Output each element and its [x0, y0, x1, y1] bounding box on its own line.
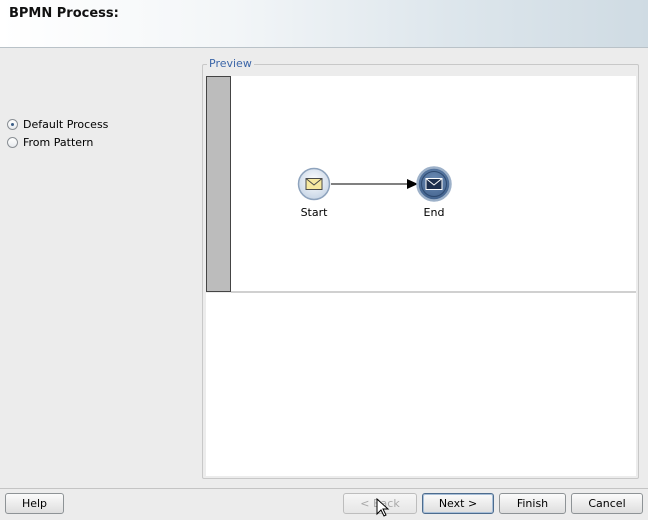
next-button[interactable]: Next > [422, 493, 494, 514]
cancel-button[interactable]: Cancel [571, 493, 643, 514]
default-process-label: Default Process [23, 118, 109, 131]
from-pattern-radio[interactable] [7, 137, 18, 148]
finish-button[interactable]: Finish [499, 493, 566, 514]
preview-group-title: Preview [207, 57, 254, 70]
default-process-radio[interactable] [7, 119, 18, 130]
wizard-header: BPMN Process: [0, 0, 648, 48]
preview-details-area [206, 293, 636, 476]
help-button[interactable]: Help [5, 493, 64, 514]
from-pattern-label: From Pattern [23, 136, 94, 149]
preview-diagram-area [206, 76, 636, 292]
option-from-pattern[interactable]: From Pattern [7, 136, 93, 149]
swimlane-header [206, 76, 231, 292]
end-event-label: End [423, 206, 445, 219]
option-default-process[interactable]: Default Process [7, 118, 108, 131]
page-title: BPMN Process: [9, 6, 119, 21]
start-event-label: Start [300, 206, 328, 219]
mouse-cursor-icon [376, 498, 390, 517]
